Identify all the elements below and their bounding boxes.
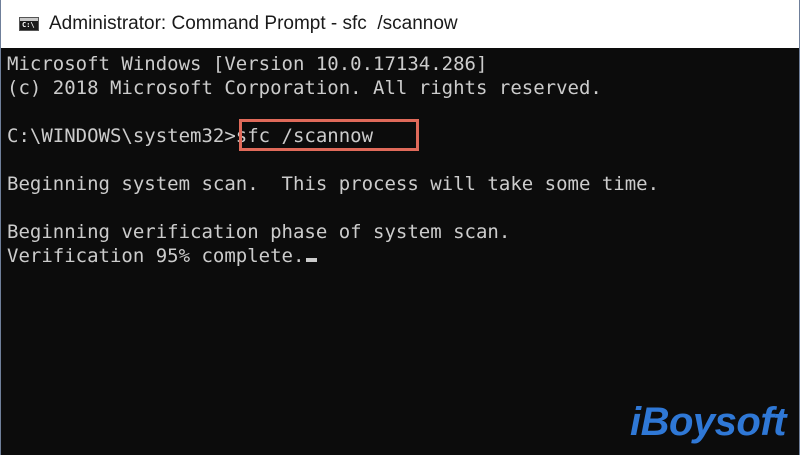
prompt-path: C:\WINDOWS\system32> xyxy=(7,125,236,147)
title-bar[interactable]: C:\ Administrator: Command Prompt - sfc … xyxy=(1,0,799,48)
command-highlight-box xyxy=(239,119,419,151)
console-output[interactable]: Microsoft Windows [Version 10.0.17134.28… xyxy=(1,48,799,455)
cmd-icon-glyph: C:\ xyxy=(22,21,35,29)
console-line-version: Microsoft Windows [Version 10.0.17134.28… xyxy=(7,53,488,75)
cmd-icon: C:\ xyxy=(19,17,39,31)
window-title: Administrator: Command Prompt - sfc /sca… xyxy=(49,13,458,34)
console-line-scan-start: Beginning system scan. This process will… xyxy=(7,173,660,195)
console-line-copyright: (c) 2018 Microsoft Corporation. All righ… xyxy=(7,77,602,99)
progress-text: Verification 95% complete. xyxy=(7,245,305,267)
iboysoft-watermark-logo: iBoysoft xyxy=(630,400,787,444)
console-line-progress: Verification 95% complete. xyxy=(7,244,318,268)
console-line-verification-start: Beginning verification phase of system s… xyxy=(7,221,511,243)
command-prompt-window: C:\ Administrator: Command Prompt - sfc … xyxy=(0,0,800,455)
text-cursor xyxy=(306,258,318,262)
